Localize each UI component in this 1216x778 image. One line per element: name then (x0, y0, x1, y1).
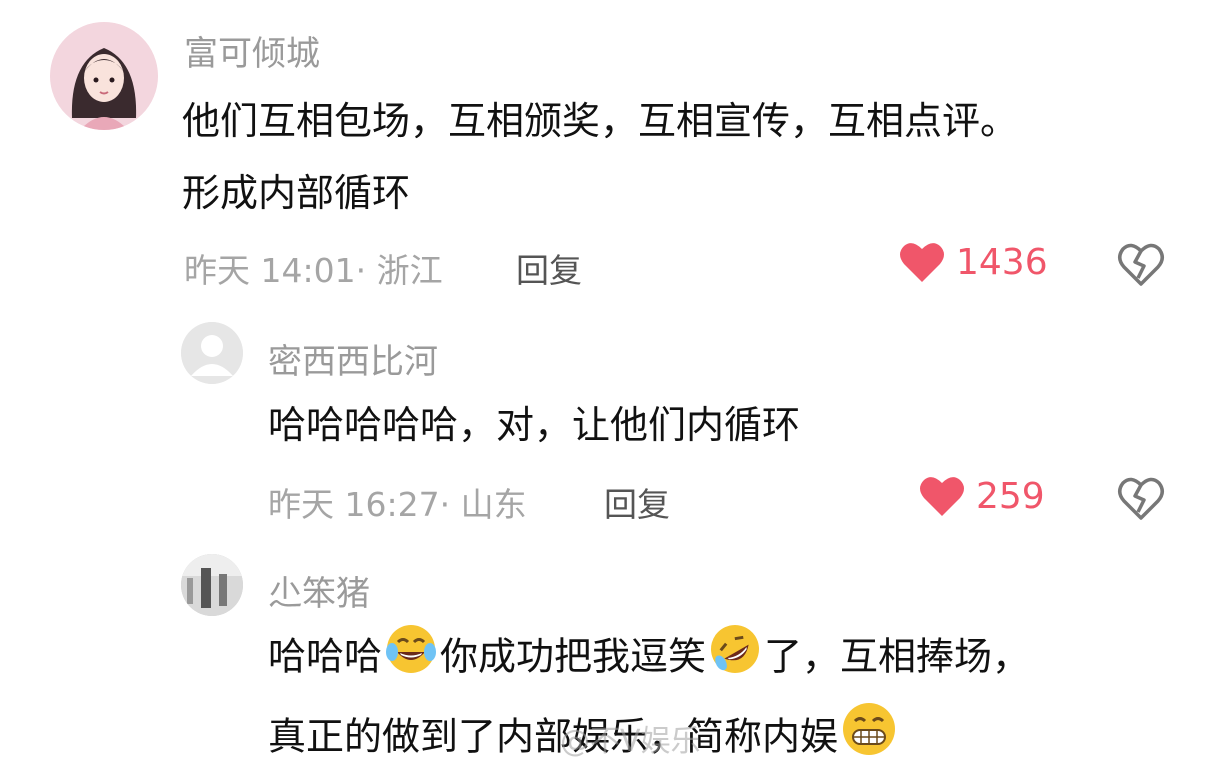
comment-text-line-2: 形成内部循环 (182, 171, 411, 215)
avatar[interactable] (181, 554, 243, 616)
avatar[interactable] (50, 22, 158, 130)
username[interactable]: 尐笨猪 (268, 566, 370, 615)
text-segment: 哈哈哈 (268, 634, 383, 679)
grin-emoji-icon (840, 700, 898, 778)
watermark: @不V娱乐 (560, 724, 701, 759)
like-button[interactable]: 1436 (898, 240, 1048, 284)
username[interactable]: 富可倾城 (184, 26, 320, 75)
comment-text-line-1: 他们互相包场，互相颁奖，互相宣传，互相点评。 (182, 99, 1019, 143)
like-count: 1436 (956, 241, 1048, 283)
like-button[interactable]: 259 (918, 474, 1045, 518)
photo-avatar-icon (181, 554, 243, 616)
username[interactable]: 密西西比河 (268, 334, 438, 383)
comment-text-line-1: 哈哈哈哈哈，对，让他们内循环 (268, 403, 801, 447)
default-user-avatar-icon (181, 322, 243, 384)
broken-heart-icon (1118, 243, 1164, 286)
dislike-button[interactable] (1116, 240, 1166, 292)
tears-of-joy-emoji-icon (384, 622, 438, 696)
broken-heart-icon (1118, 477, 1164, 520)
reply-button[interactable]: 回复 (516, 244, 582, 292)
text-segment: 了，互相捧场， (764, 634, 1031, 679)
heart-icon (920, 477, 964, 516)
text-segment: 真正的做到了内部娱乐，简称内娱 (268, 714, 839, 759)
rofl-emoji-icon (708, 622, 762, 696)
comment-meta: 昨天 16:27· 山东 (268, 485, 527, 524)
comment-text-line-1: 哈哈哈 你成功把我逗笑 了，互相捧场， (268, 622, 1030, 696)
avatar[interactable] (181, 322, 243, 384)
anime-girl-avatar-icon (50, 22, 158, 130)
comment-meta: 昨天 14:01· 浙江 (184, 251, 443, 290)
heart-icon (900, 243, 944, 282)
dislike-button[interactable] (1116, 474, 1166, 526)
text-segment: 你成功把我逗笑 (440, 634, 707, 679)
reply-button[interactable]: 回复 (604, 478, 670, 526)
like-count: 259 (976, 475, 1045, 517)
